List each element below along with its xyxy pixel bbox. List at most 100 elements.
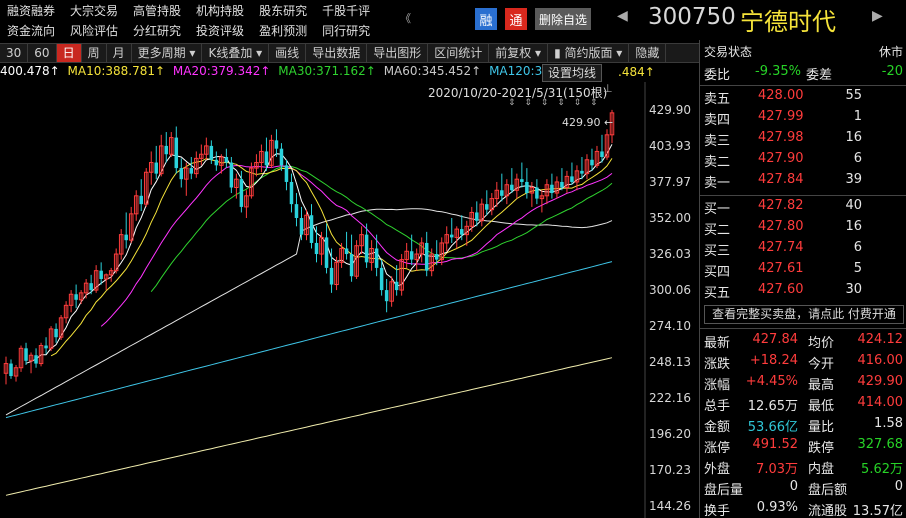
margin-trading-badge[interactable]: 融 (475, 8, 497, 30)
next-stock-icon[interactable]: ▶ (872, 8, 883, 24)
stat-row: 涨停 491.52 跌停 327.68 (700, 437, 906, 456)
toolbar-item[interactable]: 隐藏 (629, 44, 667, 62)
stat-value: 0 (894, 479, 903, 494)
toolbar-item[interactable]: 更多周期 ▾ (132, 44, 203, 62)
buys-label: 买四 (704, 265, 731, 280)
chart-toolbar: 30 60 日周月更多周期 ▾ K线叠加 ▾ 画线 导出数据 导出图形 区间统计 前复权 ▾ ▮ … (0, 43, 700, 63)
candle-body (324, 237, 329, 268)
candle-body (54, 328, 58, 338)
stat-value: 0.93% (756, 500, 798, 515)
stat-value: 1.58 (874, 416, 903, 431)
menu-item[interactable]: 股东研究 (259, 2, 307, 19)
stat-value: 414.00 (857, 395, 904, 410)
trade-status-value: 休市 (878, 45, 903, 59)
toolbar-item[interactable]: K线叠加 ▾ (202, 44, 270, 62)
sells-price: 427.84 (758, 172, 804, 187)
remove-watchlist-button[interactable]: 删除自选 (535, 8, 592, 30)
candle-body (364, 234, 369, 263)
prev-stock-icon[interactable]: ◀ (617, 8, 628, 24)
candle-body (424, 242, 429, 271)
weibi-label: 委比 (704, 68, 731, 83)
sells-label: 卖三 (704, 134, 731, 149)
price-tick-label: 222.16 (649, 391, 691, 405)
menu-item[interactable]: 机构持股 (196, 2, 244, 19)
toolbar-item[interactable]: 区间统计 (428, 44, 490, 62)
stat-label: 盘后额 (808, 483, 848, 498)
toolbar-item[interactable]: 导出图形 (367, 44, 429, 62)
candle-body (139, 195, 143, 205)
toolbar-item[interactable]: ▮ 简约版面 ▾ (548, 44, 630, 62)
menu-item[interactable]: 分红研究 (133, 22, 181, 39)
toolbar-item[interactable]: 60 (28, 44, 57, 62)
toolbar-item[interactable]: 30 (0, 44, 29, 62)
top-menu-row-2: 资金流向 风险评估 分红研究 投资评级 盈利预测 同行研究 (0, 20, 420, 40)
sells-volume: 55 (845, 88, 862, 103)
toolbar-item[interactable]: 月 (107, 44, 132, 62)
menu-item[interactable]: 融资融券 (7, 2, 55, 19)
candle-body (89, 283, 93, 291)
menu-item[interactable]: 大宗交易 (70, 2, 118, 19)
toolbar-item[interactable]: 导出数据 (306, 44, 368, 62)
stock-connect-badge[interactable]: 通 (505, 8, 527, 30)
candle-body (500, 190, 504, 196)
candle-body (344, 248, 349, 255)
stat-row: 外盘 7.03万 内盘 5.62万 (700, 458, 906, 477)
sells-volume: 16 (845, 130, 862, 145)
stat-value: 327.68 (857, 437, 904, 452)
toolbar-item[interactable]: 画线 (269, 44, 307, 62)
buys-volume: 6 (853, 240, 862, 255)
menu-item[interactable]: 资金流向 (7, 22, 55, 39)
candle-body (264, 151, 269, 166)
set-ma-button[interactable]: 设置均线 (542, 64, 603, 82)
buys-volume: 40 (845, 198, 862, 213)
stat-label: 量比 (808, 420, 835, 435)
stat-label: 均价 (808, 336, 835, 351)
kline-chart[interactable] (0, 82, 660, 518)
toolbar-item[interactable]: 日 (56, 44, 82, 62)
full-orderbook-button[interactable]: 查看完整买卖盘，请点此 付费开通 (704, 305, 904, 324)
buys-row: 买四 427.61 5 (700, 261, 906, 280)
stat-row: 涨幅 +4.45% 最高 429.90 (700, 374, 906, 393)
candle-body (224, 156, 229, 163)
ma20-value: MA20:379.342↑ (172, 64, 271, 78)
ma250-value: .484↑ (618, 65, 655, 79)
price-tick-label: 300.06 (649, 283, 691, 297)
buys-row: 买三 427.74 6 (700, 240, 906, 259)
weicha-label: 委差 (806, 68, 833, 83)
stat-value: 0 (789, 479, 798, 494)
top-menu-row-1: 融资融券 大宗交易 高管持股 机构持股 股东研究 千股千评 (0, 0, 420, 20)
stat-value: 53.66亿 (747, 420, 798, 435)
candle-body (44, 345, 48, 349)
sells-price: 428.00 (758, 88, 804, 103)
candle-body (309, 215, 314, 243)
ma60-value: MA60:345.452↑ (383, 64, 482, 78)
sells-price: 427.98 (758, 130, 804, 145)
menu-item[interactable]: 高管持股 (133, 2, 181, 19)
stock-name: 宁德时代 (740, 8, 836, 36)
candle-body (349, 254, 354, 277)
menu-item[interactable]: 同行研究 (322, 22, 370, 39)
stat-value: 12.65万 (747, 399, 798, 414)
ma120-line (5, 261, 613, 419)
price-tick-label: 248.13 (649, 354, 691, 369)
sells-price: 427.99 (758, 109, 804, 124)
ma60-line (5, 208, 613, 416)
menu-item[interactable]: 风险评估 (70, 22, 118, 39)
stat-value: 416.00 (857, 353, 904, 368)
divider (700, 328, 906, 329)
sells-volume: 6 (853, 151, 862, 166)
menu-item[interactable]: 投资评级 (196, 22, 244, 39)
menu-item[interactable]: 盈利预测 (259, 22, 307, 39)
candle-body (299, 217, 304, 235)
menu-item[interactable]: 千股千评 (322, 2, 370, 19)
buys-label: 买三 (704, 244, 731, 259)
candle-body (384, 290, 389, 302)
collapse-menu-icon[interactable]: 《 (400, 10, 411, 26)
toolbar-item[interactable]: 周 (82, 44, 107, 62)
toolbar-item[interactable]: 前复权 ▾ (489, 44, 549, 62)
price-tick-label: 403.93 (649, 139, 691, 153)
sells-row: 卖四 427.99 1 (700, 109, 906, 128)
sells-volume: 39 (845, 172, 862, 187)
sells-label: 卖二 (704, 155, 731, 170)
stat-label: 流通股 (808, 504, 848, 518)
